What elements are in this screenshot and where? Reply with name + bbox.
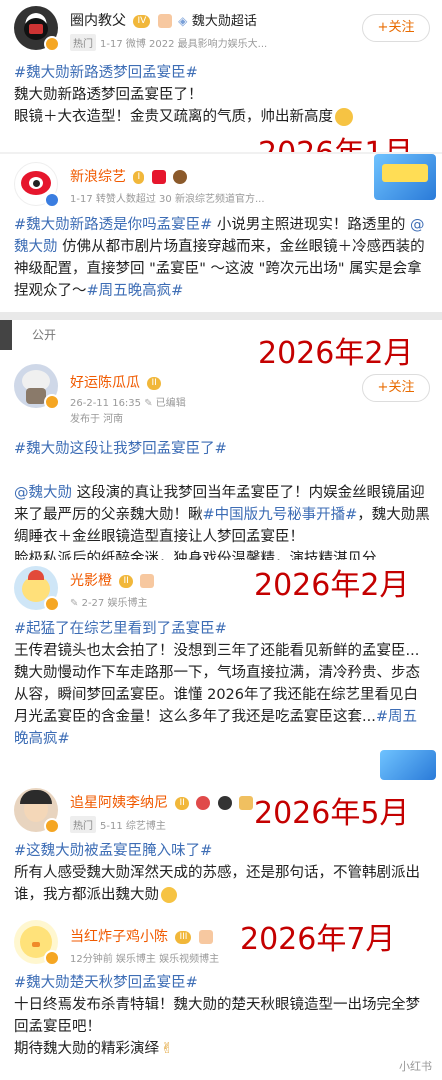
user-name-text: 追星阿姨李纳尼: [70, 795, 168, 811]
watermark: 小红书: [399, 1060, 432, 1073]
back-icon[interactable]: [0, 320, 12, 350]
user-name[interactable]: 光影橙 II: [70, 570, 155, 590]
post-body: #魏大勋新路透梦回孟宴臣# 魏大勋新路透梦回孟宴臣了！ 眼镜＋大衣造型！金贵又疏…: [14, 62, 430, 128]
date-annotation: 2026年5月: [254, 796, 410, 831]
date-annotation: 2026年1月: [258, 128, 413, 152]
event-badge-image: [374, 154, 436, 200]
post-text: 所有人感受魏大勋浑然天成的苏感，还是那句话，不管韩剧派出谁，我方都派出魏大勋: [14, 865, 420, 903]
meta-time: 26-2-11 16:35: [70, 398, 142, 409]
post-card-4: 光影橙 II ✎ 2-27 娱乐博主 2026年2月 #起猛了在综艺里看到了孟宴…: [0, 560, 442, 782]
public-label: 公开: [32, 328, 57, 342]
post-body: #魏大勋这段让我梦回孟宴臣了# @魏大勋 这段演的真让我梦回当年孟宴臣了！内娱金…: [14, 438, 430, 560]
post-text: 仿佛从都市剧片场直接穿越而来，金丝眼镜＋冷感西装的神级配置，直接梦回 "孟宴臣"…: [14, 239, 425, 299]
level-badge: I: [133, 170, 145, 184]
verified-icon: [44, 950, 60, 966]
user-name[interactable]: 圈内教父 IV ◈ 魏大勋超话: [70, 10, 257, 30]
laugh-emoji-icon: [335, 108, 353, 126]
topic-link[interactable]: #周五晚高疯#: [87, 283, 184, 299]
fan-badge-icon: [140, 574, 155, 588]
user-name[interactable]: 好运陈瓜瓜 II: [70, 372, 161, 392]
level-badge: II: [147, 376, 161, 390]
follow-button[interactable]: +关注: [362, 14, 430, 42]
post-location: 发布于 河南: [70, 414, 124, 425]
user-name-text: 当红炸子鸡小陈: [70, 929, 168, 945]
fan-badge-icon: [157, 14, 172, 28]
topic-link[interactable]: #魏大勋楚天秋梦回孟宴臣#: [14, 975, 198, 991]
date-annotation: 2026年2月: [254, 568, 410, 603]
post-body: #这魏大勋被孟宴臣腌入味了# 所有人感受魏大勋浑然天成的苏感，还是那句话，不管韩…: [14, 840, 430, 906]
post-meta: 26-2-11 16:35 ✎ 已编辑: [70, 394, 186, 409]
topic-link[interactable]: #魏大勋新路透梦回孟宴臣#: [14, 65, 198, 81]
meta-text: 5-11 综艺博主: [100, 821, 166, 832]
topic-link[interactable]: #中国版九号秘事开播#: [203, 507, 358, 523]
panda-icon: [217, 796, 232, 810]
post-line-2: 眼镜＋大衣造型！金贵又疏离的气质，帅出新高度: [14, 109, 333, 125]
verified-icon: [44, 36, 60, 52]
user-name-text: 圈内教父: [70, 13, 126, 29]
post-text: 小说男主照进现实！路透里的: [212, 217, 411, 233]
date-annotation: 2026年2月: [258, 336, 414, 371]
post-body: #起猛了在综艺里看到了孟宴臣# 王传君镜头也太会拍了！没想到三年了还能看见新鲜的…: [14, 618, 430, 750]
super-topic-link[interactable]: 魏大勋超话: [192, 14, 257, 29]
post-meta: 热门 1-17 微博 2022 最具影响力娱乐大...: [70, 34, 267, 51]
fan-badge-icon: [198, 930, 213, 944]
user-name-text: 好运陈瓜瓜: [70, 375, 140, 391]
topic-link[interactable]: #魏大勋新路透是你吗孟宴臣#: [14, 217, 212, 233]
post-meta: 12分钟前 娱乐博主 娱乐视频博主: [70, 954, 220, 965]
medal-icon: [173, 170, 188, 184]
separator: [0, 312, 442, 320]
post-paragraph-1: 王传君镜头也太会拍了！没想到三年了还能看见新鲜的孟宴臣...: [14, 643, 420, 659]
post-card-5: 追星阿姨李纳尼 II 热门 5-11 综艺博主 2026年5月 #这魏大勋被孟宴臣…: [0, 782, 442, 912]
post-body: #魏大勋新路透是你吗孟宴臣# 小说男主照进现实！路透里的 @魏大勋 仿佛从都市剧…: [14, 214, 430, 302]
verified-icon: [44, 596, 60, 612]
post-meta: ✎ 2-27 娱乐博主: [70, 594, 147, 609]
topic-link[interactable]: #魏大勋这段让我梦回孟宴臣了#: [14, 441, 227, 457]
topic-link[interactable]: #起猛了在综艺里看到了孟宴臣#: [14, 621, 227, 637]
user-name[interactable]: 新浪综艺 I: [70, 166, 188, 186]
post-card-1: 圈内教父 IV ◈ 魏大勋超话 热门 1-17 微博 2022 最具影响力娱乐大.…: [0, 0, 442, 152]
victory-hand-icon: ✌: [161, 1041, 174, 1057]
user-name[interactable]: 追星阿姨李纳尼 II: [70, 792, 254, 812]
cake-icon: [239, 796, 254, 810]
post-card-3: 公开 2026年2月 好运陈瓜瓜 II 26-2-11 16:35 ✎ 已编辑 …: [0, 312, 442, 564]
post-text: 期待魏大勋的精彩演绎: [14, 1041, 159, 1057]
meta-text: 2-27 娱乐博主: [81, 598, 148, 609]
user-name[interactable]: 当红炸子鸡小陈 III: [70, 926, 213, 946]
level-badge: IV: [133, 14, 151, 28]
edit-icon: ✎: [144, 398, 153, 409]
hot-tag: 热门: [70, 34, 96, 51]
user-name-text: 新浪综艺: [70, 169, 126, 185]
verified-icon: [44, 394, 60, 410]
post-body: #魏大勋楚天秋梦回孟宴臣# 十日终焉发布杀青特辑！魏大勋的楚天秋眼镜造型一出场完…: [14, 972, 430, 1060]
level-badge: II: [175, 796, 189, 810]
heart-badge-icon: [196, 796, 211, 810]
user-name-text: 光影橙: [70, 573, 112, 589]
verified-icon: [44, 818, 60, 834]
edit-icon: ✎: [70, 598, 79, 609]
wink-emoji-icon: [161, 887, 177, 903]
post-text: 十日终焉发布杀青特辑！魏大勋的楚天秋眼镜造型一出场完全梦回孟宴臣吧！: [14, 997, 420, 1035]
post-meta: 热门 5-11 综艺博主: [70, 816, 166, 833]
verified-icon: [44, 192, 60, 208]
post-text-cutoff: 脸极私派后的纸醉金迷，独身戏份温馨精，演技精湛见分: [14, 551, 377, 560]
date-annotation: 2026年7月: [240, 922, 396, 957]
edited-label: 已编辑: [155, 398, 186, 409]
post-meta: 1-17 转赞人数超过 30 新浪综艺频道官方...: [70, 194, 265, 205]
mention-link[interactable]: @魏大勋: [14, 485, 72, 501]
post-card-2: 新浪综艺 I 1-17 转赞人数超过 30 新浪综艺频道官方... #魏大勋新路…: [0, 152, 442, 312]
post-line-1: 魏大勋新路透梦回孟宴臣了！: [14, 87, 203, 103]
brand-badge-icon: [151, 170, 166, 184]
event-badge-image: [380, 750, 436, 780]
level-badge: II: [119, 574, 133, 588]
hot-tag: 热门: [70, 816, 96, 833]
follow-button[interactable]: +关注: [362, 374, 430, 402]
post-paragraph-2: 魏大勋慢动作下车走路那一下，气场直接拉满，清冷矜贵、步态从容，瞬间梦回孟宴臣。谁…: [14, 665, 420, 725]
diamond-icon: ◈: [178, 14, 188, 28]
meta-text: 1-17 微博 2022 最具影响力娱乐大...: [100, 39, 268, 50]
post-card-6: 当红炸子鸡小陈 III 12分钟前 娱乐博主 娱乐视频博主 2026年7月 #魏…: [0, 912, 442, 1080]
topic-link[interactable]: #这魏大勋被孟宴臣腌入味了#: [14, 843, 212, 859]
level-badge: III: [175, 930, 192, 944]
